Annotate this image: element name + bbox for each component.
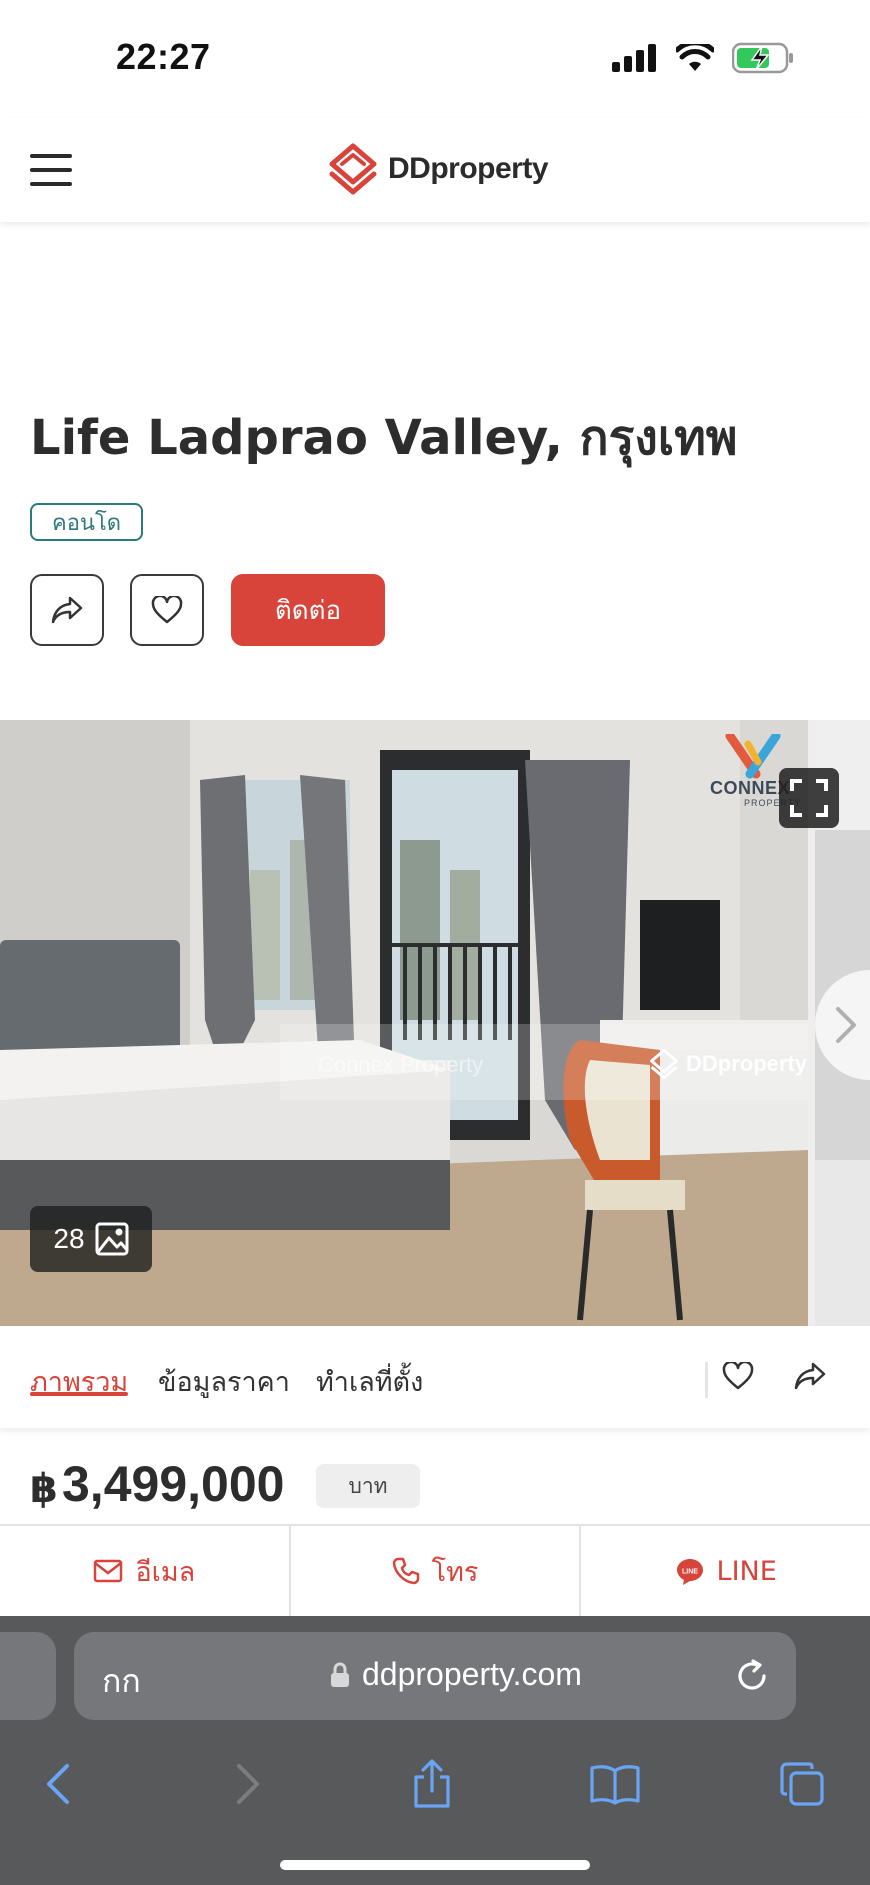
forward-button[interactable]	[220, 1756, 276, 1812]
share-sheet-icon	[414, 1759, 450, 1808]
favorite-button[interactable]	[130, 574, 204, 646]
previous-tab-peek[interactable]	[0, 1632, 56, 1720]
listing-title: Life Ladprao Valley, กรุงเทพ	[30, 410, 738, 466]
tab-favorite-button[interactable]	[718, 1356, 758, 1396]
forward-icon	[237, 1764, 259, 1804]
back-icon	[47, 1764, 69, 1804]
tab-divider	[705, 1362, 708, 1398]
contact-button[interactable]: ติดต่อ	[231, 574, 385, 646]
call-button[interactable]: โทร	[288, 1526, 580, 1616]
back-button[interactable]	[30, 1756, 86, 1812]
wifi-icon	[676, 44, 714, 71]
watermark-logo-icon	[650, 1048, 678, 1080]
watermark-agency: Connex Property	[318, 1052, 484, 1077]
fullscreen-icon	[790, 779, 828, 817]
tab-share-button[interactable]	[790, 1356, 830, 1396]
home-indicator[interactable]	[280, 1860, 590, 1870]
call-label: โทร	[431, 1556, 479, 1588]
tab-price-info[interactable]: ข้อมูลราคา	[158, 1360, 290, 1403]
url-display: ddproperty.com	[330, 1656, 582, 1693]
status-time: 22:27	[116, 36, 211, 77]
status-bar: 22:27	[0, 0, 870, 118]
status-icons	[612, 42, 794, 74]
image-icon	[95, 1222, 129, 1256]
signal-icon	[612, 44, 656, 72]
share-icon	[794, 1362, 826, 1390]
battery-icon	[732, 42, 793, 74]
browser-toolbar: กก ddproperty.com	[0, 1616, 870, 1885]
url-text: ddproperty.com	[362, 1656, 582, 1692]
heart-icon	[722, 1362, 754, 1390]
fullscreen-button[interactable]	[779, 768, 839, 828]
price-unit: บาท	[316, 1464, 420, 1508]
email-label: อีเมล	[135, 1556, 196, 1588]
photo-count: 28	[53, 1223, 85, 1254]
line-button[interactable]: LINE LINE	[579, 1526, 870, 1616]
logo-mark-icon	[329, 143, 377, 195]
price-currency: ฿	[30, 1466, 58, 1512]
line-icon: LINE	[676, 1559, 703, 1585]
reload-icon[interactable]	[732, 1656, 772, 1696]
watermark-brand: DDproperty	[648, 1048, 807, 1080]
tabs-button[interactable]	[774, 1756, 830, 1812]
tab-overview[interactable]: ภาพรวม	[30, 1360, 128, 1403]
book-icon	[590, 1765, 640, 1805]
chevron-right-icon	[836, 1007, 856, 1043]
photo-count-button[interactable]: 28	[30, 1206, 152, 1272]
line-label: LINE	[716, 1555, 777, 1587]
phone-icon	[392, 1557, 419, 1585]
tab-location[interactable]: ทำเลที่ตั้ง	[316, 1360, 423, 1403]
property-type-badge: คอนโด	[30, 503, 144, 541]
watermark-brand-text: DDproperty	[686, 1051, 808, 1076]
corner-brand-text: CONNEX	[710, 778, 791, 798]
lock-icon	[331, 1662, 349, 1687]
svg-text:LINE: LINE	[682, 1569, 698, 1576]
browser-nav-row	[0, 1756, 870, 1836]
tabs-icon	[780, 1762, 824, 1806]
mail-icon	[94, 1559, 123, 1583]
text-size-button[interactable]: กก	[102, 1656, 141, 1707]
page: 22:27 DDproperty Life Ladprao Valley, กร…	[0, 0, 870, 1885]
share-button[interactable]	[30, 574, 104, 646]
email-button[interactable]: อีเมล	[0, 1526, 289, 1616]
price-value: 3,499,000	[62, 1456, 285, 1512]
contact-bar: อีเมล โทร LINE LINE	[0, 1524, 870, 1616]
logo-text: DDproperty	[388, 152, 549, 185]
photo-gallery[interactable]: Connex Property DDproperty CONNEX PROPER…	[0, 720, 870, 1326]
menu-icon[interactable]	[30, 154, 72, 186]
app-header: DDproperty	[0, 118, 870, 222]
share-icon	[51, 596, 83, 624]
share-sheet-button[interactable]	[404, 1756, 460, 1812]
bookmarks-button[interactable]	[587, 1756, 643, 1812]
active-tab-indicator	[30, 1392, 128, 1396]
ddproperty-logo[interactable]: DDproperty	[326, 142, 549, 196]
heart-icon	[151, 596, 183, 624]
address-bar[interactable]: กก ddproperty.com	[74, 1632, 796, 1720]
